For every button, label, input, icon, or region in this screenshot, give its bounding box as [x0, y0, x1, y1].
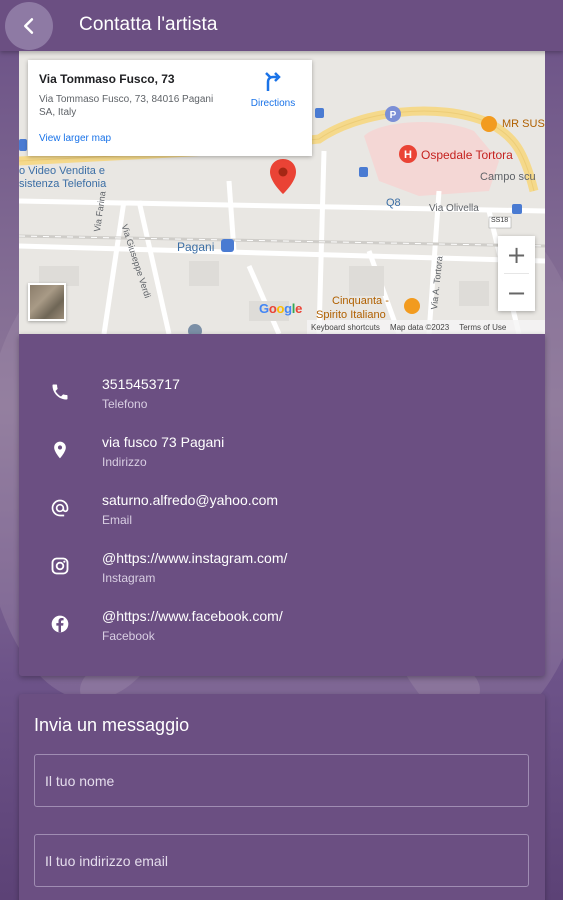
map-label-video: o Video Vendita e — [19, 165, 106, 177]
directions-icon — [265, 72, 281, 91]
map-label-via-olivella: Via Olivella — [429, 203, 479, 214]
contact-label: Facebook — [102, 629, 155, 643]
contact-row-instagram[interactable]: @https://www.instagram.com/ Instagram — [19, 545, 545, 595]
keyboard-shortcuts-link[interactable]: Keyboard shortcuts — [311, 323, 380, 332]
map-label-ss18: SS18 — [491, 217, 509, 224]
zoom-in-button[interactable]: + — [498, 236, 535, 273]
phone-icon — [49, 381, 71, 403]
facebook-icon — [49, 613, 71, 635]
contact-label: Telefono — [102, 397, 148, 411]
embedded-map[interactable]: H P Ospedale Tortora MR SUS Campo scu o … — [19, 51, 545, 334]
map-label-campo: Campo scu — [480, 171, 536, 183]
map-label-pagani: Pagani — [177, 240, 215, 254]
at-sign-icon — [49, 497, 71, 519]
place-title: Via Tommaso Fusco, 73 — [39, 72, 175, 86]
directions-label: Directions — [250, 98, 296, 109]
contact-info-card: 3515453717 Telefono via fusco 73 Pagani … — [19, 334, 545, 676]
email-input[interactable] — [34, 834, 529, 887]
map-place-card: Via Tommaso Fusco, 73 Via Tommaso Fusco,… — [28, 60, 312, 156]
zoom-out-button[interactable]: − — [498, 274, 535, 311]
zoom-control: + − — [498, 236, 535, 311]
instagram-icon — [49, 555, 71, 577]
contact-row-address[interactable]: via fusco 73 Pagani Indirizzo — [19, 429, 545, 479]
svg-text:H: H — [404, 149, 412, 161]
contact-label: Email — [102, 513, 133, 527]
svg-text:P: P — [390, 110, 397, 121]
contact-value: saturno.alfredo@yahoo.com — [102, 492, 279, 508]
directions-button[interactable]: Directions — [243, 70, 303, 109]
contact-value: via fusco 73 Pagani — [102, 434, 225, 450]
chevron-left-icon — [24, 18, 34, 34]
contact-value: 3515453717 — [102, 376, 180, 392]
contact-row-email[interactable]: saturno.alfredo@yahoo.com Email — [19, 487, 545, 537]
satellite-toggle[interactable] — [28, 283, 66, 321]
contact-label: Indirizzo — [102, 455, 147, 469]
map-label-ospedale: Ospedale Tortora — [421, 148, 513, 162]
map-data-label: Map data ©2023 — [389, 322, 450, 332]
google-logo: Google — [259, 301, 303, 316]
app-bar: Contatta l'artista — [0, 0, 563, 51]
back-button[interactable] — [5, 2, 53, 50]
map-attribution: Keyboard shortcuts Map data ©2023 Terms … — [307, 320, 545, 334]
map-label-mr-sus: MR SUS — [502, 118, 545, 130]
contact-value: @https://www.instagram.com/ — [102, 550, 288, 566]
message-form-title: Invia un messaggio — [34, 715, 190, 735]
name-input[interactable] — [34, 754, 529, 807]
contact-label: Instagram — [102, 571, 156, 585]
terms-of-use-link[interactable]: Terms of Use — [459, 323, 506, 332]
location-pin-icon — [49, 439, 71, 461]
page-title: Contatta l'artista — [79, 14, 218, 35]
view-larger-map-link[interactable]: View larger map — [39, 133, 111, 144]
map-label-q8: Q8 — [386, 197, 401, 209]
contact-row-facebook[interactable]: @https://www.facebook.com/ Facebook — [19, 603, 545, 653]
message-form-card: Invia un messaggio — [19, 694, 545, 900]
place-address: Via Tommaso Fusco, 73, 84016 Pagani SA, … — [39, 94, 214, 118]
map-label-cinquanta-1: Cinquanta - — [332, 295, 389, 307]
contact-value: @https://www.facebook.com/ — [102, 608, 283, 624]
map-label-assistenza: sistenza Telefonia — [19, 178, 107, 190]
contact-row-phone[interactable]: 3515453717 Telefono — [19, 371, 545, 421]
